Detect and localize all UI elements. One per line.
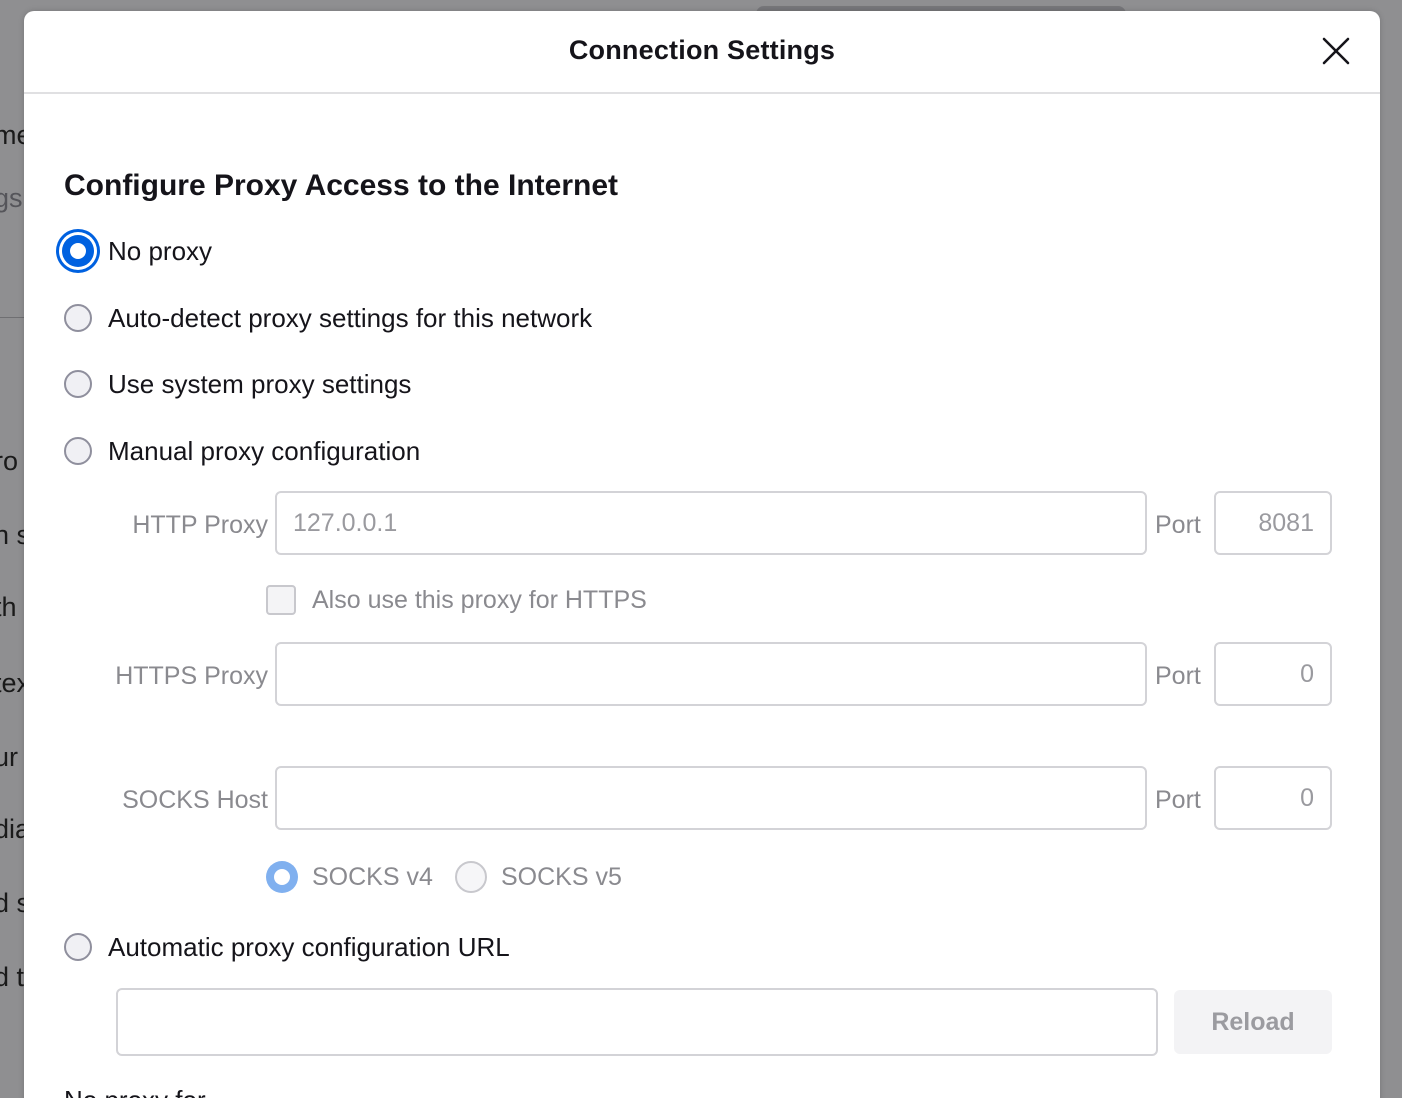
- no-proxy-label: No proxy: [108, 235, 213, 266]
- radio-icon: [64, 933, 92, 961]
- socks-port-label: Port: [1155, 786, 1201, 814]
- radio-icon: [64, 370, 92, 398]
- background-text: th: [0, 592, 17, 622]
- socks-v5-radio[interactable]: SOCKS v5: [455, 861, 622, 893]
- socks-v5-label: SOCKS v5: [501, 862, 622, 891]
- background-text: d t: [0, 962, 25, 992]
- radio-selected-icon: [266, 861, 298, 893]
- auto-detect-label: Auto-detect proxy settings for this netw…: [108, 302, 593, 333]
- also-https-checkbox[interactable]: Also use this proxy for HTTPS: [266, 585, 647, 615]
- socks-v4-radio[interactable]: SOCKS v4: [266, 861, 433, 893]
- also-https-label: Also use this proxy for HTTPS: [312, 585, 647, 614]
- auto-config-url-radio[interactable]: Automatic proxy configuration URL: [64, 930, 510, 964]
- no-proxy-for-label: No proxy for: [64, 1085, 206, 1098]
- system-proxy-label: Use system proxy settings: [108, 368, 412, 399]
- https-proxy-label: HTTPS Proxy: [115, 662, 268, 690]
- auto-detect-radio[interactable]: Auto-detect proxy settings for this netw…: [64, 301, 592, 335]
- auto-config-url-label: Automatic proxy configuration URL: [108, 931, 510, 962]
- connection-settings-dialog: Connection Settings Configure Proxy Acce…: [24, 11, 1380, 1098]
- checkbox-icon: [266, 585, 296, 615]
- manual-proxy-label: Manual proxy configuration: [108, 435, 421, 466]
- https-proxy-input[interactable]: [275, 642, 1147, 706]
- http-proxy-label: HTTP Proxy: [132, 511, 268, 539]
- radio-selected-icon: [62, 235, 94, 267]
- close-icon: [1322, 37, 1350, 65]
- reload-button[interactable]: Reload: [1174, 990, 1332, 1054]
- radio-icon: [455, 861, 487, 893]
- dialog-header: Connection Settings: [24, 11, 1380, 94]
- socks-port-input[interactable]: 0: [1214, 766, 1332, 830]
- socks-host-label: SOCKS Host: [122, 786, 268, 814]
- no-proxy-radio[interactable]: No proxy: [62, 234, 213, 268]
- background-text: ro: [0, 446, 19, 476]
- http-proxy-input[interactable]: 127.0.0.1: [275, 491, 1147, 555]
- https-port-label: Port: [1155, 662, 1201, 690]
- dialog-title: Connection Settings: [568, 35, 836, 65]
- socks-host-input[interactable]: [275, 766, 1147, 830]
- manual-proxy-radio[interactable]: Manual proxy configuration: [64, 434, 420, 468]
- background-text: gs: [0, 183, 23, 213]
- socks-v4-label: SOCKS v4: [312, 862, 433, 891]
- background-text: ur: [0, 742, 19, 772]
- http-port-input[interactable]: 8081: [1214, 491, 1332, 555]
- auto-config-url-input[interactable]: [116, 988, 1158, 1056]
- close-button[interactable]: [1318, 33, 1354, 69]
- background-divider: [0, 317, 24, 318]
- radio-icon: [64, 304, 92, 332]
- http-port-label: Port: [1155, 511, 1201, 539]
- https-port-input[interactable]: 0: [1214, 642, 1332, 706]
- section-title: Configure Proxy Access to the Internet: [64, 169, 619, 202]
- radio-icon: [64, 437, 92, 465]
- system-proxy-radio[interactable]: Use system proxy settings: [64, 367, 411, 401]
